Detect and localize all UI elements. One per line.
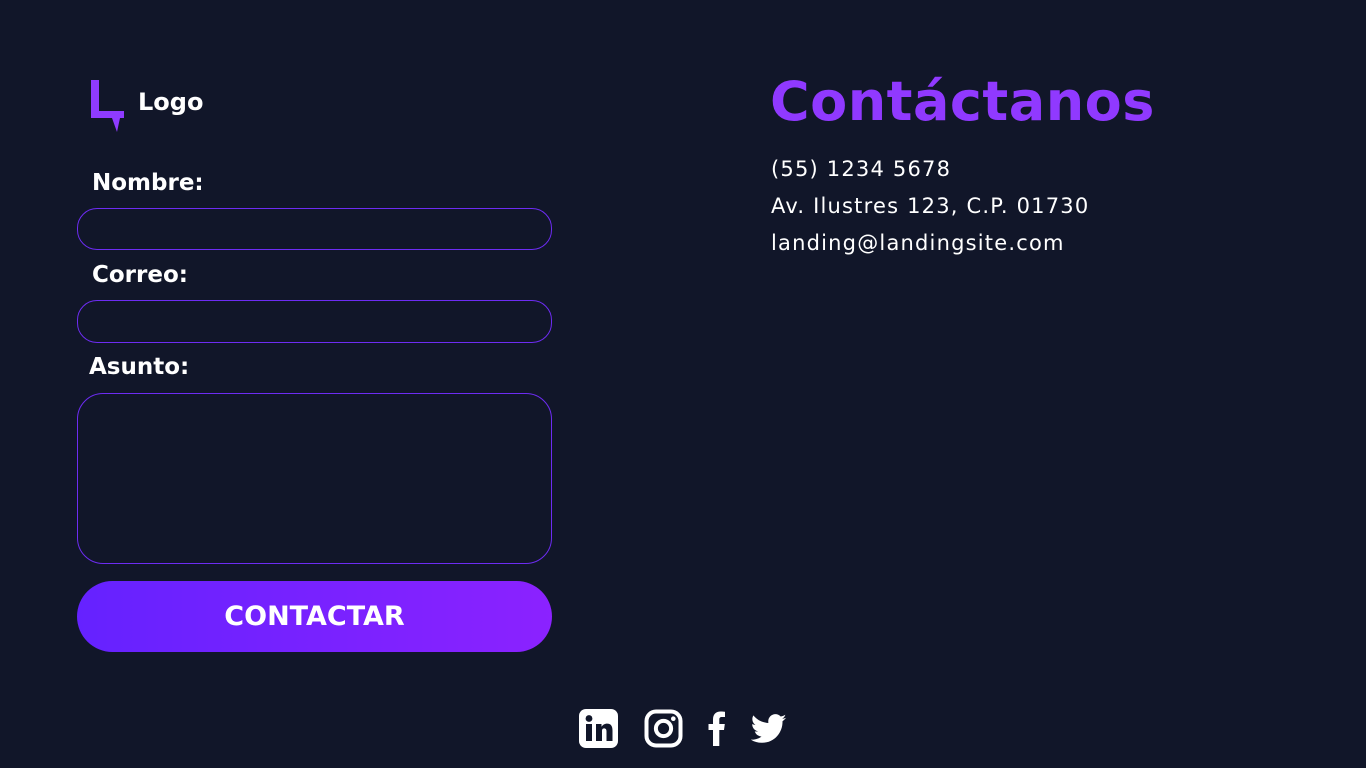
logo-l-icon	[91, 80, 124, 132]
name-label: Nombre:	[92, 170, 204, 196]
contact-address: Av. Ilustres 123, C.P. 01730	[771, 194, 1090, 218]
contact-submit-button[interactable]: CONTACTAR	[77, 581, 552, 652]
twitter-icon	[751, 714, 787, 743]
twitter-link[interactable]	[751, 713, 787, 745]
contact-phone: (55) 1234 5678	[771, 157, 952, 181]
name-field[interactable]	[77, 208, 552, 250]
facebook-icon	[708, 711, 725, 746]
linkedin-link[interactable]	[579, 709, 618, 748]
logo-text: Logo	[138, 88, 204, 116]
email-label: Correo:	[92, 262, 188, 288]
email-field[interactable]	[77, 300, 552, 343]
contact-title: Contáctanos	[770, 70, 1155, 133]
linkedin-icon	[579, 709, 618, 748]
subject-field[interactable]	[77, 393, 552, 564]
instagram-link[interactable]	[644, 709, 683, 748]
subject-label: Asunto:	[89, 354, 190, 380]
contact-email: landing@landingsite.com	[771, 231, 1065, 255]
facebook-link[interactable]	[708, 711, 726, 746]
instagram-icon	[644, 709, 683, 748]
logo[interactable]: Logo	[90, 78, 203, 134]
